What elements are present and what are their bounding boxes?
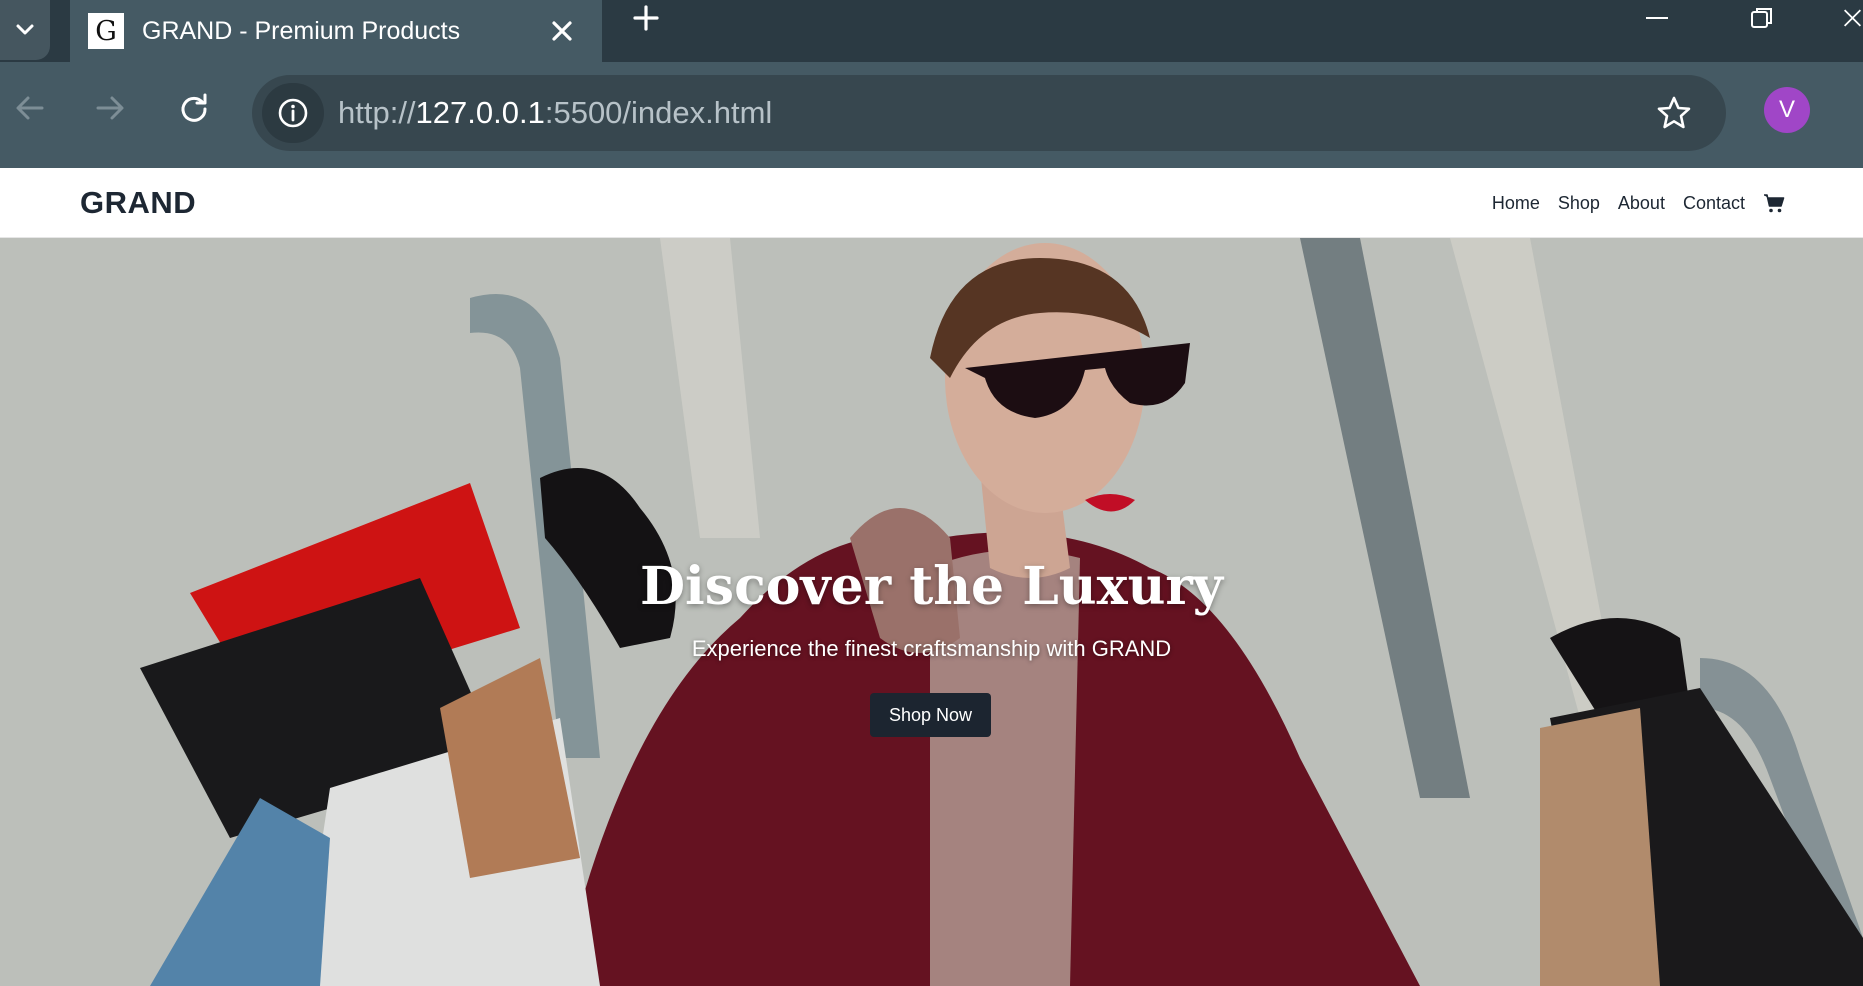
profile-avatar[interactable]: V bbox=[1764, 87, 1810, 133]
url-scheme: http:// bbox=[338, 95, 416, 130]
url-host: 127.0.0.1 bbox=[415, 95, 545, 130]
tab-strip: G GRAND - Premium Products bbox=[0, 0, 1863, 62]
brand-logo[interactable]: GRAND bbox=[80, 169, 196, 237]
reload-icon bbox=[181, 93, 207, 122]
arrow-left-icon bbox=[16, 96, 44, 120]
tab-search-button[interactable] bbox=[0, 0, 50, 60]
cart-button[interactable] bbox=[1763, 192, 1785, 214]
star-icon bbox=[1657, 96, 1691, 129]
nav-link-contact[interactable]: Contact bbox=[1683, 193, 1745, 214]
minimize-icon bbox=[1646, 17, 1668, 19]
site-info-button[interactable] bbox=[262, 83, 324, 143]
url-path: :5500/index.html bbox=[544, 95, 773, 130]
back-button[interactable] bbox=[8, 86, 52, 130]
nav-link-about[interactable]: About bbox=[1618, 193, 1665, 214]
nav-links: Home Shop About Contact bbox=[1492, 169, 1785, 237]
plus-icon bbox=[633, 5, 659, 31]
chevron-down-icon bbox=[16, 24, 34, 35]
close-window-icon bbox=[1844, 9, 1861, 27]
reload-button[interactable] bbox=[172, 86, 216, 130]
url-text[interactable]: http://127.0.0.1:5500/index.html bbox=[338, 75, 772, 151]
address-bar[interactable]: http://127.0.0.1:5500/index.html bbox=[252, 75, 1726, 151]
hero-title: Discover the Luxury bbox=[639, 556, 1224, 617]
close-icon bbox=[552, 21, 572, 41]
tab-title: GRAND - Premium Products bbox=[142, 16, 461, 45]
browser-toolbar: http://127.0.0.1:5500/index.html V bbox=[0, 62, 1863, 168]
new-tab-button[interactable] bbox=[628, 0, 664, 36]
active-tab[interactable]: G GRAND - Premium Products bbox=[70, 0, 602, 62]
hero-section: Discover the Luxury Experience the fines… bbox=[0, 238, 1863, 986]
restore-button[interactable] bbox=[1742, 0, 1782, 36]
forward-button[interactable] bbox=[88, 86, 132, 130]
nav-link-home[interactable]: Home bbox=[1492, 193, 1540, 214]
arrow-right-icon bbox=[96, 96, 124, 120]
close-window-button[interactable] bbox=[1842, 0, 1863, 36]
site-navbar: GRAND Home Shop About Contact bbox=[0, 169, 1863, 238]
minimize-button[interactable] bbox=[1637, 0, 1677, 36]
hero-subtitle: Experience the finest craftsmanship with… bbox=[691, 636, 1172, 661]
favicon-icon: G bbox=[88, 13, 124, 49]
tab-close-button[interactable] bbox=[544, 13, 580, 49]
shop-now-button[interactable]: Shop Now bbox=[870, 693, 991, 737]
cart-icon bbox=[1764, 194, 1785, 213]
nav-link-shop[interactable]: Shop bbox=[1558, 193, 1600, 214]
restore-icon bbox=[1751, 8, 1772, 28]
bookmark-button[interactable] bbox=[1652, 91, 1696, 135]
info-icon bbox=[278, 98, 308, 128]
